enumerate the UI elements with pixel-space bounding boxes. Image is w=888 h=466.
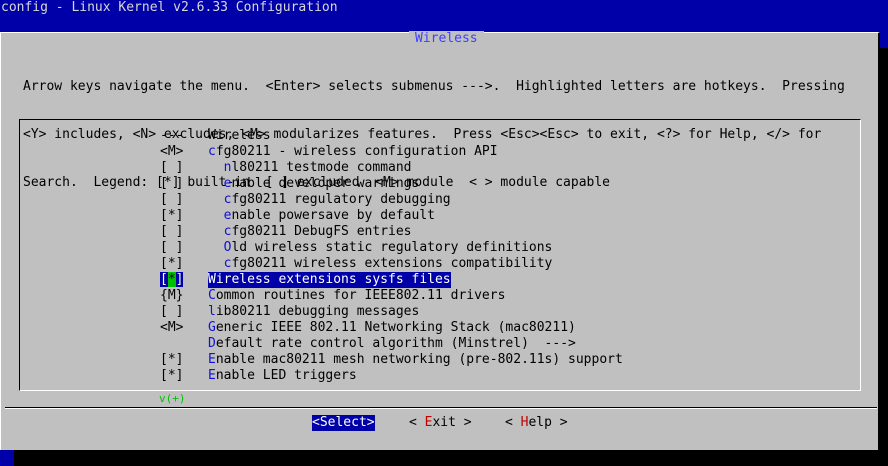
- menu-item[interactable]: <M> cfg80211 - wireless configuration API: [160, 144, 623, 160]
- menu-item[interactable]: [*] Wireless extensions sysfs files: [160, 272, 623, 288]
- menu-item-text: nable developer warnings: [231, 176, 420, 191]
- menu-item-text: Wireless extensions sysfs files: [208, 272, 451, 287]
- menu-item-mark[interactable]: [*]: [160, 208, 208, 224]
- button-bar: <Select> < Exit > < Help >: [1, 415, 878, 431]
- menu-item-hotkey: D: [208, 336, 216, 351]
- menu-item-hotkey: l: [208, 304, 216, 319]
- menu-item-label: cfg80211 DebugFS entries: [208, 224, 412, 240]
- menu-item-mark[interactable]: [ ]: [160, 304, 208, 320]
- menu-item-mark[interactable]: [ ]: [160, 176, 208, 192]
- menu-item-mark[interactable]: [ ]: [160, 160, 208, 176]
- menu-item-text: ommon routines for IEEE802.11 drivers: [215, 288, 506, 303]
- menu-item-label: cfg80211 wireless extensions compatibili…: [208, 256, 553, 272]
- menu-item-text: fg80211 regulatory debugging: [231, 192, 451, 207]
- help-button-rest: elp >: [528, 415, 568, 430]
- dialog-title: Wireless: [409, 31, 484, 47]
- menu-item-label: Common routines for IEEE802.11 drivers: [208, 288, 505, 304]
- button-divider: [5, 407, 877, 408]
- help-button-open: <: [505, 415, 521, 430]
- menu-item[interactable]: [ ] enable developer warnings: [160, 176, 623, 192]
- menu-item-text: ib80211 debugging messages: [215, 304, 420, 319]
- menu-item-label: cfg80211 - wireless configuration API: [208, 144, 498, 160]
- menu-item-text: l80211 testmode command: [231, 160, 412, 175]
- menu-item[interactable]: [ ] Old wireless static regulatory defin…: [160, 240, 623, 256]
- menuconfig-dialog: Wireless Arrow keys navigate the menu. <…: [0, 31, 880, 450]
- menu-item-text: ld wireless static regulatory definition…: [231, 240, 553, 255]
- menu-item[interactable]: [*] enable powersave by default: [160, 208, 623, 224]
- menu-item-mark[interactable]: <M>: [160, 320, 208, 336]
- menu-item-hotkey: C: [208, 288, 216, 303]
- menu-item-indent: [208, 224, 224, 239]
- menu-item-text: fg80211 DebugFS entries: [231, 224, 412, 239]
- exit-button-open: <: [409, 415, 425, 430]
- menu-item-label: cfg80211 regulatory debugging: [208, 192, 451, 208]
- menu-item-hotkey: c: [208, 144, 216, 159]
- help-button[interactable]: < Help >: [505, 415, 568, 431]
- menu-item-label: Wireless: [208, 128, 271, 144]
- menu-item-mark[interactable]: [ ]: [160, 240, 208, 256]
- menu-item-mark[interactable]: [*]: [160, 368, 208, 384]
- scroll-more-indicator: v(+): [159, 392, 186, 405]
- menu-item-mark[interactable]: [*]: [160, 256, 208, 272]
- cursor: *: [167, 272, 176, 287]
- menu-item-text: Wireless: [208, 128, 271, 143]
- menu-item-mark[interactable]: {M}: [160, 288, 208, 304]
- menu-item-label: Old wireless static regulatory definitio…: [208, 240, 553, 256]
- menu-item-mark[interactable]: <M>: [160, 144, 208, 160]
- menu-item[interactable]: [*] Enable LED triggers: [160, 368, 623, 384]
- menu-item[interactable]: --- Wireless: [160, 128, 623, 144]
- menu-item-label: Default rate control algorithm (Minstrel…: [208, 336, 576, 352]
- menu-item-mark[interactable]: [*]: [160, 272, 208, 288]
- dialog-shadow-bottom: [14, 450, 888, 466]
- window-title: config - Linux Kernel v2.6.33 Configurat…: [1, 0, 338, 15]
- menu-item-mark[interactable]: [160, 336, 208, 352]
- menu-item-text: efault rate control algorithm (Minstrel)…: [215, 336, 576, 351]
- menu-item[interactable]: [*] cfg80211 wireless extensions compati…: [160, 256, 623, 272]
- menu-box: --- Wireless <M> cfg80211 - wireless config…: [19, 119, 861, 391]
- menu-item-text: nable mac80211 mesh networking (pre-802.…: [215, 352, 623, 367]
- menu-item[interactable]: [ ] lib80211 debugging messages: [160, 304, 623, 320]
- menu-list: --- Wireless <M> cfg80211 - wireless config…: [160, 128, 623, 384]
- menu-item-text: fg80211 wireless extensions compatibilit…: [231, 256, 553, 271]
- exit-button-rest: xit >: [432, 415, 472, 430]
- menu-item-indent: [208, 160, 224, 175]
- menu-item-label: enable powersave by default: [208, 208, 435, 224]
- menu-item-label: nl80211 testmode command: [208, 160, 412, 176]
- menu-item[interactable]: [ ] cfg80211 DebugFS entries: [160, 224, 623, 240]
- menu-item[interactable]: [ ] cfg80211 regulatory debugging: [160, 192, 623, 208]
- menu-item-text: nable LED triggers: [215, 368, 357, 383]
- menu-item-hotkey: G: [208, 320, 216, 335]
- menu-item-mark[interactable]: [ ]: [160, 224, 208, 240]
- menu-item-indent: [208, 208, 224, 223]
- menu-item-label: Wireless extensions sysfs files: [208, 272, 451, 288]
- menu-item[interactable]: {M} Common routines for IEEE802.11 driver…: [160, 288, 623, 304]
- exit-button[interactable]: < Exit >: [409, 415, 472, 431]
- menu-item-indent: [208, 240, 224, 255]
- menu-item-label: Enable mac80211 mesh networking (pre-802…: [208, 352, 623, 368]
- menu-item[interactable]: <M> Generic IEEE 802.11 Networking Stack …: [160, 320, 623, 336]
- menu-item-indent: [208, 256, 224, 271]
- help-line-1: Arrow keys navigate the menu. <Enter> se…: [23, 79, 845, 94]
- menu-item-mark[interactable]: [*]: [160, 352, 208, 368]
- menu-item-hotkey: E: [208, 352, 216, 367]
- menu-item[interactable]: Default rate control algorithm (Minstrel…: [160, 336, 623, 352]
- menu-item-hotkey: E: [208, 368, 216, 383]
- menu-item[interactable]: [ ] nl80211 testmode command: [160, 160, 623, 176]
- menu-item-label: enable developer warnings: [208, 176, 420, 192]
- menu-item-label: Generic IEEE 802.11 Networking Stack (ma…: [208, 320, 576, 336]
- menu-item-indent: [208, 192, 224, 207]
- menu-item-label: lib80211 debugging messages: [208, 304, 419, 320]
- menu-item-text: fg80211 - wireless configuration API: [215, 144, 498, 159]
- menu-item-mark[interactable]: [ ]: [160, 192, 208, 208]
- dialog-shadow-right: [880, 48, 888, 466]
- menu-item[interactable]: [*] Enable mac80211 mesh networking (pre-…: [160, 352, 623, 368]
- menu-item-text: eneric IEEE 802.11 Networking Stack (mac…: [215, 320, 576, 335]
- select-button[interactable]: <Select>: [312, 415, 375, 431]
- menu-item-label: Enable LED triggers: [208, 368, 357, 384]
- menu-item-indent: [208, 176, 224, 191]
- menu-item-text: nable powersave by default: [231, 208, 435, 223]
- menu-item-mark[interactable]: ---: [160, 128, 208, 144]
